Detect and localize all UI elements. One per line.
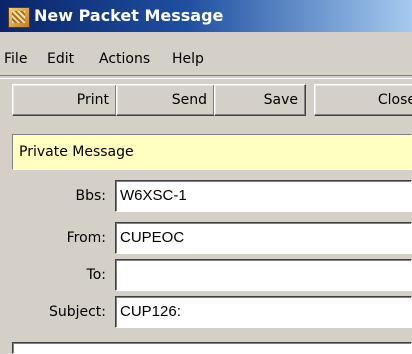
to-field[interactable] — [115, 259, 412, 291]
print-button[interactable]: Print — [12, 84, 117, 116]
from-field[interactable]: CUPEOC — [115, 222, 412, 254]
menu-file[interactable]: File — [4, 46, 27, 72]
bbs-label: Bbs: — [75, 188, 106, 204]
message-body-textarea[interactable] — [12, 342, 412, 354]
message-type-label: Private Message — [19, 144, 134, 160]
subject-field[interactable]: CUP126: — [115, 296, 412, 328]
send-button[interactable]: Send — [116, 84, 215, 116]
message-type-banner: Private Message — [12, 134, 412, 170]
menu-actions[interactable]: Actions — [99, 46, 150, 72]
menu-bar: File Edit Actions Help — [0, 46, 412, 72]
to-label: To: — [86, 267, 106, 283]
close-button[interactable]: Close — [314, 84, 412, 116]
toolbar: Print Send Save Close — [0, 84, 412, 118]
packet-app-icon[interactable] — [8, 7, 30, 28]
from-label: From: — [66, 230, 106, 246]
menu-help[interactable]: Help — [172, 46, 204, 72]
subject-label: Subject: — [48, 304, 106, 320]
window-title: New Packet Message — [34, 6, 224, 25]
save-button[interactable]: Save — [214, 84, 306, 116]
menu-divider — [0, 75, 412, 79]
menu-edit[interactable]: Edit — [47, 46, 74, 72]
bbs-field[interactable]: W6XSC-1 — [115, 180, 412, 212]
title-bar[interactable]: New Packet Message — [0, 0, 412, 32]
